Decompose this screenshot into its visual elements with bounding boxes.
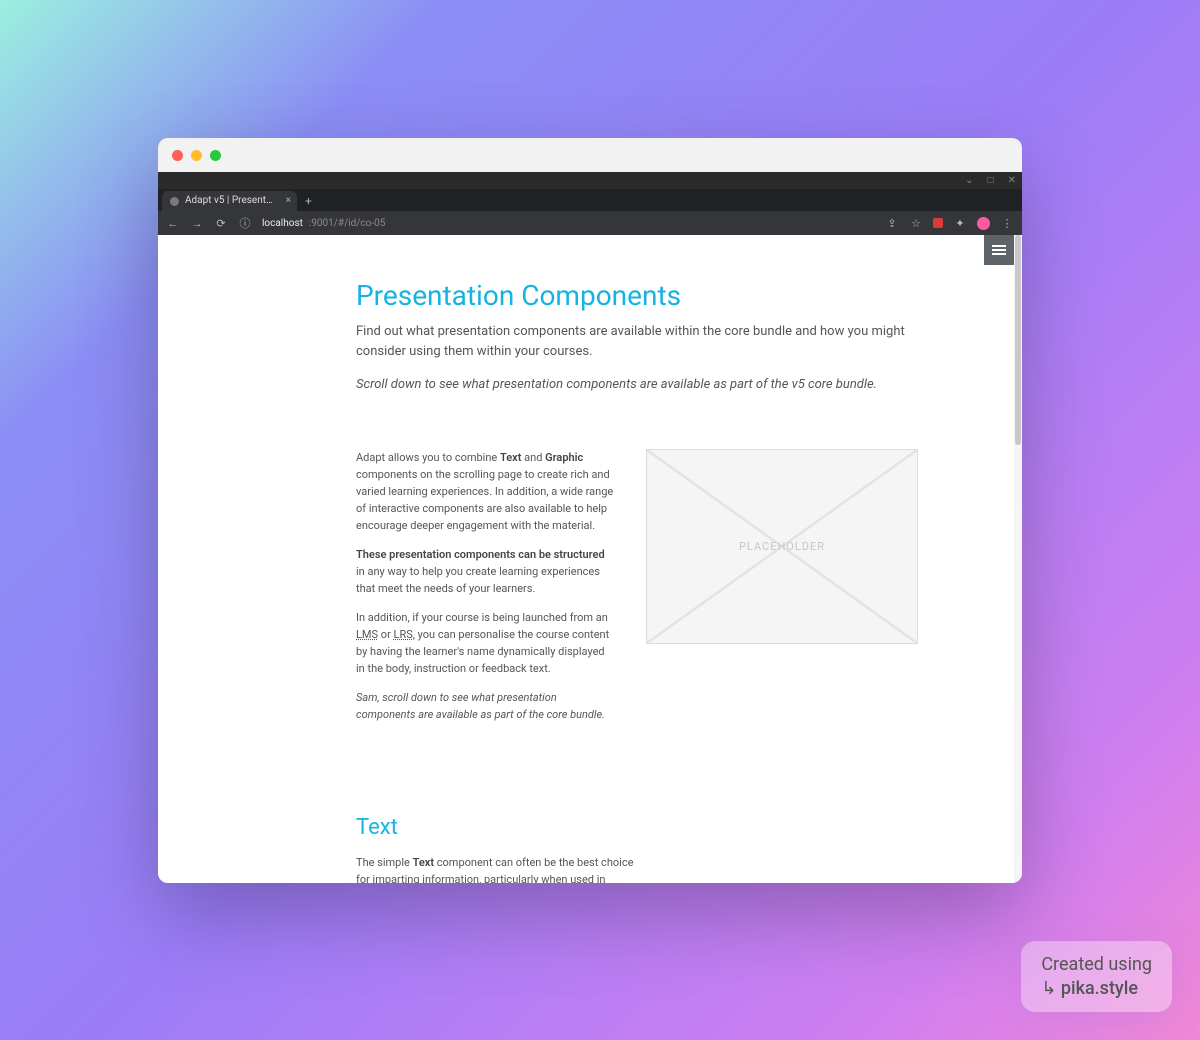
win-maximize-button[interactable]: □ [988,175,994,186]
nav-forward-button[interactable]: → [190,217,204,230]
mac-titlebar [158,138,1022,172]
url-host: localhost [262,218,303,229]
bookmark-icon[interactable]: ☆ [909,217,923,230]
watermark-line2: ↳ pika.style [1041,977,1152,1000]
scrollbar-thumb[interactable] [1015,235,1021,445]
mac-close-button[interactable] [172,150,183,161]
extension-icon[interactable] [933,218,943,228]
url-path: :9001/#/id/co-05 [309,218,385,229]
extensions-icon[interactable]: ✦ [953,217,967,230]
new-tab-button[interactable]: + [297,191,320,211]
watermark-line1: Created using [1041,953,1152,976]
intro-block: Adapt allows you to combine Text and Gra… [356,449,1022,736]
scrollbar-track[interactable] [1014,235,1022,883]
win-minimize-button[interactable]: ⌄ [965,175,973,186]
tab-close-button[interactable]: × [286,191,291,211]
profile-avatar[interactable] [977,217,990,230]
share-icon[interactable]: ⇪ [885,217,899,230]
win-close-button[interactable]: ✕ [1008,175,1016,186]
tab-title: Adapt v5 | Presentation Compone… [185,191,275,211]
nav-back-button[interactable]: ← [166,217,180,230]
mac-maximize-button[interactable] [210,150,221,161]
address-bar[interactable]: localhost :9001/#/id/co-05 [262,218,875,229]
intro-p1: Adapt allows you to combine Text and Gra… [356,449,616,534]
browser-menu-button[interactable]: ⋮ [1000,217,1014,230]
site-info-icon[interactable]: ⓘ [238,215,252,231]
browser-window: ⌄ □ ✕ Adapt v5 | Presentation Compone… ×… [158,138,1022,883]
browser-tab[interactable]: Adapt v5 | Presentation Compone… × [162,191,297,211]
inner-window-controls: ⌄ □ ✕ [158,172,1022,189]
intro-p3: In addition, if your course is being lau… [356,609,616,677]
page-content: Presentation Components Find out what pr… [158,235,1022,883]
tab-favicon [170,197,179,206]
hamburger-icon [992,249,1006,251]
text-section-title: Text [356,815,1022,840]
text-p1: The simple Text component can often be t… [356,854,636,883]
page-title: Presentation Components [356,279,916,312]
text-section-body: The simple Text component can often be t… [356,854,636,883]
intro-text: Adapt allows you to combine Text and Gra… [356,449,616,736]
nav-reload-button[interactable]: ⟳ [214,217,228,230]
watermark: Created using ↳ pika.style [1021,941,1172,1012]
intro-p2: These presentation components can be str… [356,546,616,597]
tabstrip: Adapt v5 | Presentation Compone… × + [158,189,1022,211]
placeholder-label: PLACEHOLDER [739,540,825,553]
intro-p4: Sam, scroll down to see what presentatio… [356,689,616,723]
page-lead: Find out what presentation components ar… [356,322,916,361]
page-viewport: Presentation Components Find out what pr… [158,235,1022,883]
page-scroll-hint: Scroll down to see what presentation com… [356,375,916,395]
mac-minimize-button[interactable] [191,150,202,161]
browser-chrome: ⌄ □ ✕ Adapt v5 | Presentation Compone… ×… [158,172,1022,235]
placeholder-image: PLACEHOLDER [646,449,918,644]
browser-toolbar: ← → ⟳ ⓘ localhost :9001/#/id/co-05 ⇪ ☆ ✦… [158,211,1022,235]
page-menu-button[interactable] [984,235,1014,265]
